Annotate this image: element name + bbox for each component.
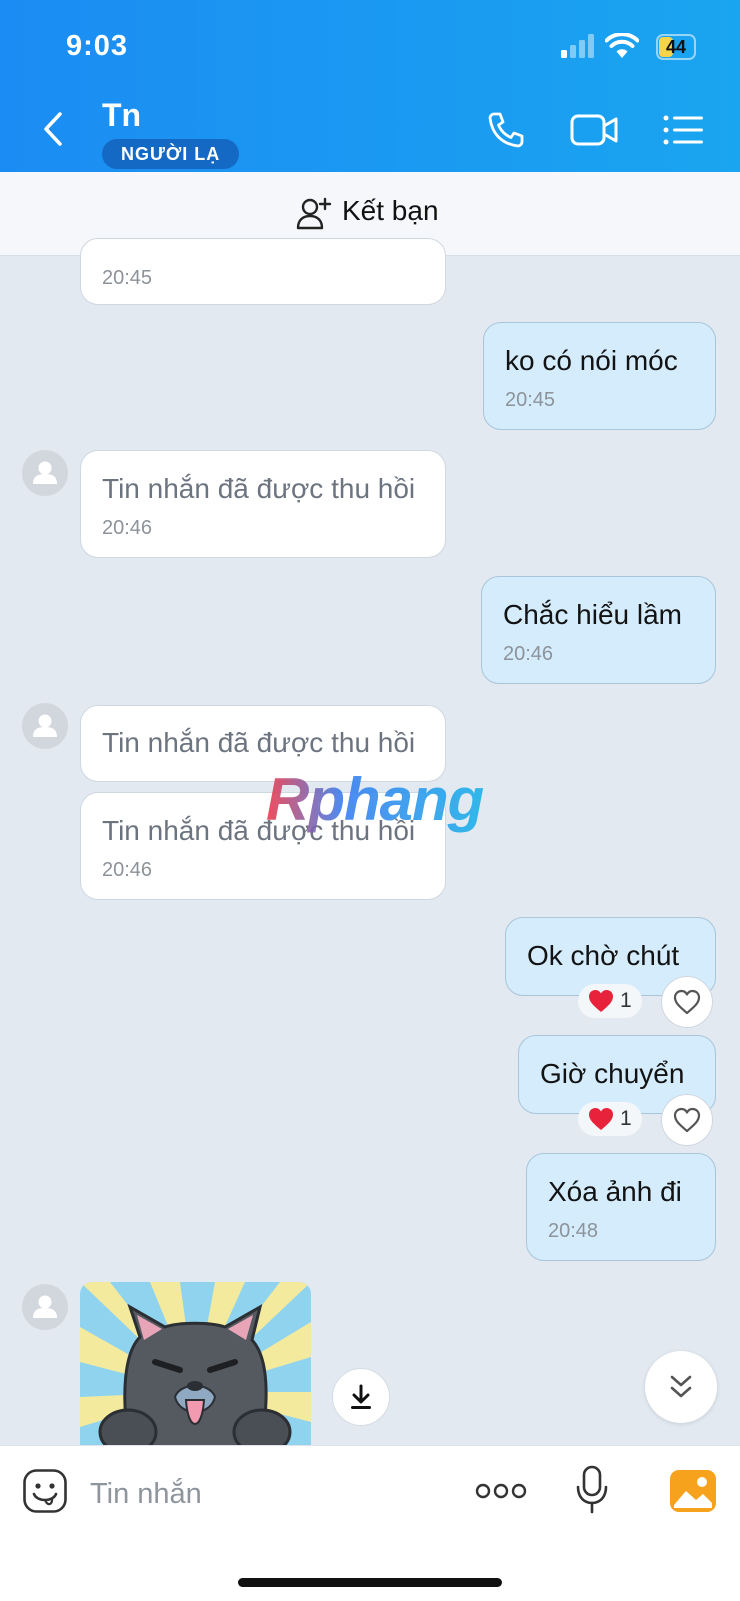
- sent-message-bubble[interactable]: Xóa ảnh đi 20:48: [526, 1153, 716, 1261]
- contact-name[interactable]: Tn: [102, 97, 141, 134]
- reaction-count: 1: [620, 989, 632, 1012]
- signal-icon: [561, 34, 595, 58]
- watermark-logo: Rphang: [262, 766, 488, 850]
- react-button[interactable]: [661, 1094, 713, 1146]
- stranger-badge: NGƯỜI LẠ: [102, 139, 240, 169]
- message-time: 20:46: [102, 517, 153, 539]
- download-button[interactable]: [332, 1368, 390, 1426]
- battery-level-text: 44: [665, 37, 687, 57]
- battery-indicator: 44: [656, 34, 696, 60]
- home-indicator: [238, 1578, 502, 1587]
- message-time: 20:45: [505, 389, 556, 411]
- svg-text:Rphang: Rphang: [266, 766, 484, 833]
- message-time: 20:48: [548, 1220, 599, 1242]
- received-message-bubble[interactable]: Tin nhắn đã được thu hồi 20:46: [80, 450, 446, 558]
- message-time: 20:45: [102, 267, 153, 289]
- menu-list-icon[interactable]: [662, 114, 704, 146]
- reaction-summary[interactable]: 1: [578, 984, 642, 1018]
- back-chevron-icon[interactable]: [38, 111, 68, 147]
- cat-sticker-image[interactable]: [80, 1282, 311, 1445]
- add-person-icon[interactable]: [296, 196, 332, 230]
- message-text: ko có nói móc: [505, 345, 678, 376]
- more-options-icon[interactable]: [475, 1480, 527, 1502]
- message-text: Ok chờ chút: [527, 940, 680, 971]
- message-time: 20:46: [102, 859, 153, 881]
- heart-outline-icon: [673, 1107, 701, 1133]
- heart-outline-icon: [673, 989, 701, 1015]
- download-icon: [349, 1384, 373, 1410]
- avatar[interactable]: [22, 450, 68, 496]
- emoji-icon[interactable]: [22, 1468, 68, 1514]
- video-call-icon[interactable]: [570, 112, 620, 148]
- chat-header: 9:03 44 Tn NGƯỜI LẠ: [0, 0, 740, 172]
- message-text: Giờ chuyển: [540, 1058, 685, 1089]
- message-text: Chắc hiểu lầm: [503, 599, 682, 630]
- message-time: 20:46: [503, 643, 554, 665]
- sent-message-bubble[interactable]: ko có nói móc 20:45: [483, 322, 716, 430]
- message-text: Xóa ảnh đi: [548, 1176, 682, 1207]
- received-message-bubble[interactable]: 20:45: [80, 238, 446, 305]
- image-gallery-icon[interactable]: [669, 1469, 717, 1513]
- reaction-summary[interactable]: 1: [578, 1102, 642, 1136]
- scroll-to-bottom-button[interactable]: [645, 1351, 717, 1423]
- avatar[interactable]: [22, 703, 68, 749]
- recalled-message-text: Tin nhắn đã được thu hồi: [102, 473, 416, 504]
- react-button[interactable]: [661, 976, 713, 1028]
- sent-message-bubble[interactable]: Chắc hiểu lầm 20:46: [481, 576, 716, 684]
- avatar[interactable]: [22, 1284, 68, 1330]
- message-input[interactable]: [88, 1468, 452, 1520]
- heart-icon: [588, 989, 614, 1013]
- heart-icon: [588, 1107, 614, 1131]
- phone-icon[interactable]: [486, 110, 526, 150]
- double-chevron-down-icon: [667, 1373, 695, 1401]
- microphone-icon[interactable]: [576, 1465, 608, 1515]
- wifi-icon: [604, 32, 640, 59]
- reaction-count: 1: [620, 1107, 632, 1130]
- add-friend-label[interactable]: Kết bạn: [342, 195, 439, 227]
- recalled-message-text: Tin nhắn đã được thu hồi: [102, 727, 416, 758]
- status-time: 9:03: [66, 30, 129, 62]
